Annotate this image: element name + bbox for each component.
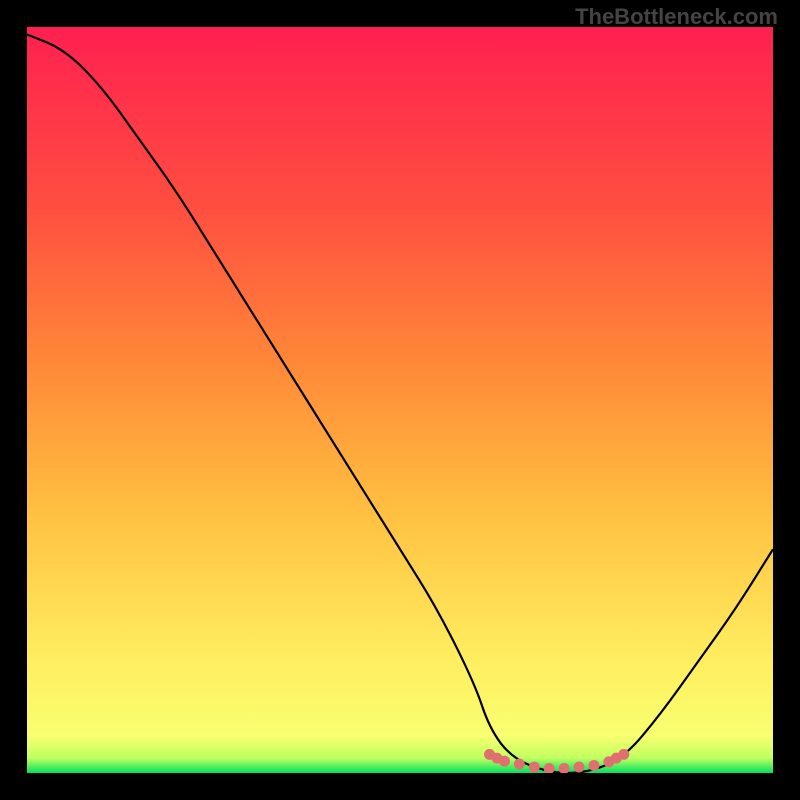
highlight-dot	[544, 763, 555, 773]
highlight-dot	[529, 762, 540, 773]
highlight-dot	[559, 763, 570, 773]
highlight-dots	[484, 749, 629, 773]
bottleneck-curve	[27, 34, 773, 773]
curve-layer	[27, 27, 773, 773]
highlight-dot	[574, 762, 585, 773]
watermark-text: TheBottleneck.com	[575, 4, 778, 30]
highlight-dot	[514, 759, 525, 770]
highlight-dot	[618, 749, 629, 760]
plot-area	[27, 27, 773, 773]
chart-container: TheBottleneck.com	[0, 0, 800, 800]
highlight-dot	[588, 760, 599, 771]
highlight-dot	[499, 756, 510, 767]
